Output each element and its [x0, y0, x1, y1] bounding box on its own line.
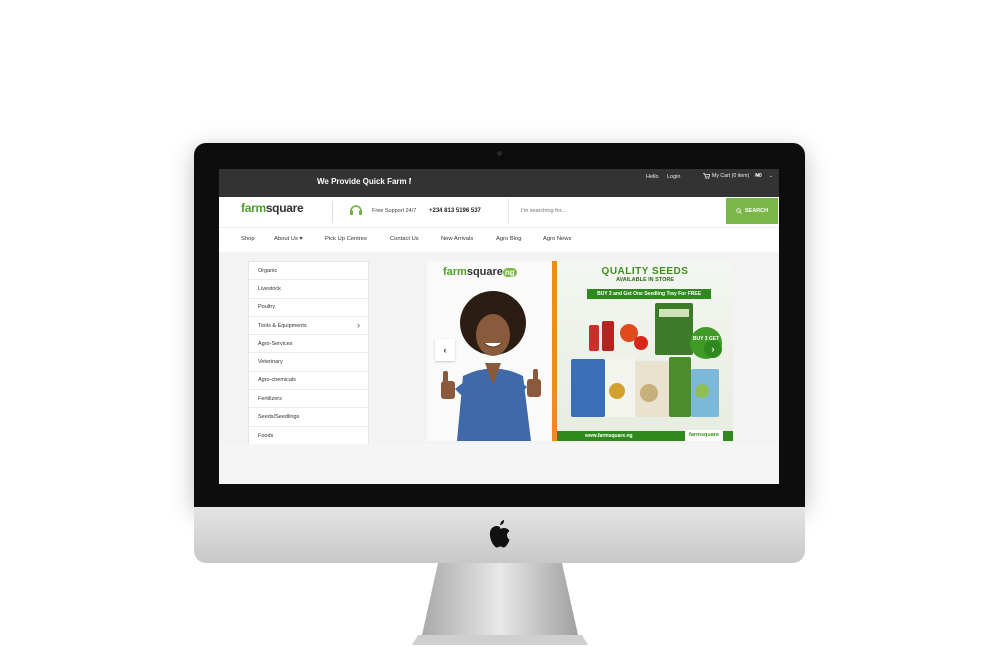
search-container	[508, 198, 727, 224]
divider	[332, 201, 333, 223]
sidebar-item-label: Fertilizers	[258, 395, 282, 402]
sidebar-item-label: Foods	[258, 432, 274, 439]
sidebar-item-poultry[interactable]: Poultry	[249, 299, 368, 317]
sidebar-item-agro-services[interactable]: Agro-Services	[249, 335, 368, 354]
sidebar-item-label: Agro-Services	[258, 340, 293, 347]
support-phone[interactable]: +234 813 5196 537	[429, 208, 481, 214]
sidebar-item-foods[interactable]: Foods	[249, 427, 368, 445]
sidebar-item-label: Livestock	[258, 285, 281, 292]
carousel-prev-button[interactable]: ‹	[435, 339, 455, 361]
site-logo[interactable]: farmsquare	[241, 201, 304, 215]
chevron-down-icon: ⌄	[768, 173, 774, 179]
ad-brand: farmsquare	[685, 430, 723, 441]
top-bar: We Provide Quick Farm M Hello Login My C…	[219, 169, 779, 197]
chevron-right-icon: ›	[711, 344, 715, 354]
sidebar-item-label: Seeds/Seedlings	[258, 414, 300, 421]
website-screen: We Provide Quick Farm M Hello Login My C…	[219, 169, 779, 484]
nav-shop[interactable]: Shop	[241, 236, 255, 242]
page-footer-area	[219, 444, 779, 484]
logo-square: square	[265, 201, 304, 215]
cart-icon	[703, 173, 710, 179]
sidebar-item-veterinary[interactable]: Veterinary	[249, 353, 368, 372]
sidebar-item-label: Agro-chemicals	[258, 377, 296, 384]
sidebar-item-fertilizers[interactable]: Fertilizers	[249, 390, 368, 409]
login-link[interactable]: Login	[667, 174, 680, 180]
hero-section: Organic Livestock Poultry Tools & Equipm…	[219, 252, 779, 446]
carousel-next-button[interactable]: ›	[704, 340, 722, 358]
nav-about-us[interactable]: About Us ▾	[274, 236, 302, 242]
nav-agro-news[interactable]: Agro News	[543, 236, 571, 242]
cart-button[interactable]: My Cart (0 item) ₦0 ⌄	[703, 173, 773, 179]
nav-new-arrivals[interactable]: New Arrivals	[441, 236, 473, 242]
cart-amount: ₦0	[755, 173, 762, 179]
sidebar-item-seeds[interactable]: Seeds/Seedlings	[249, 408, 368, 427]
hello-link[interactable]: Hello	[646, 174, 659, 180]
sidebar-item-label: Organic	[258, 267, 278, 274]
sidebar-item-label: Poultry	[258, 304, 276, 311]
ad-footer: www.farmsquare.ng farmsquare	[557, 430, 733, 441]
chevron-left-icon: ‹	[443, 345, 447, 355]
sidebar-item-label: Tools & Equipments	[258, 322, 307, 329]
sidebar-item-livestock[interactable]: Livestock	[249, 280, 368, 299]
promo-banner[interactable]: farmsquare ng QUALITY SEEDS AVAILABLE IN…	[427, 261, 733, 441]
apple-logo-icon	[489, 520, 510, 548]
site-header: farmsquare Free Support 24/7 +234 813 51…	[219, 197, 779, 227]
headset-icon	[350, 205, 362, 215]
nav-pick-up-centres[interactable]: Pick Up Centres	[325, 236, 367, 242]
search-button-label: SEARCH	[744, 208, 769, 214]
support-label: Free Support 24/7	[372, 208, 417, 214]
search-input[interactable]	[519, 198, 723, 224]
cart-label: My Cart (0 item)	[712, 173, 750, 179]
main-nav: Shop About Us ▾ Pick Up Centres Contact …	[219, 227, 779, 253]
search-button[interactable]: SEARCH	[726, 198, 778, 224]
category-sidebar: Organic Livestock Poultry Tools & Equipm…	[248, 261, 369, 446]
marquee-text: We Provide Quick Farm M	[317, 177, 411, 186]
logo-farm: farm	[241, 201, 266, 215]
ad-url: www.farmsquare.ng	[585, 433, 633, 439]
sidebar-item-label: Veterinary	[258, 359, 283, 366]
nav-agro-blog[interactable]: Agro Blog	[496, 236, 521, 242]
nav-contact-us[interactable]: Contact Us	[390, 236, 419, 242]
camera-dot	[497, 151, 502, 156]
imac-stand	[412, 563, 588, 645]
sidebar-item-tools[interactable]: Tools & Equipments ›	[249, 317, 368, 336]
search-icon	[736, 208, 742, 214]
sidebar-item-agro-chemicals[interactable]: Agro-chemicals	[249, 372, 368, 391]
sidebar-item-organic[interactable]: Organic	[249, 262, 368, 281]
chevron-right-icon: ›	[357, 319, 360, 330]
